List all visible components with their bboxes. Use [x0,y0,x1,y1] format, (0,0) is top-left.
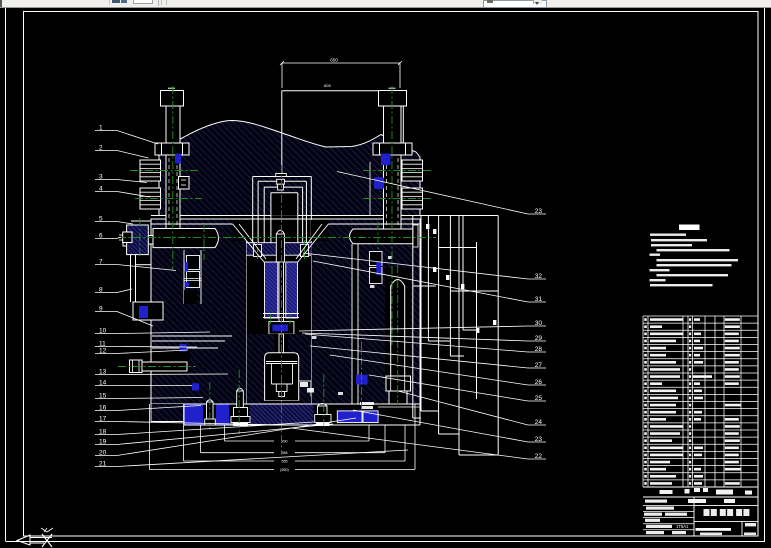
svg-text:650: 650 [330,58,338,63]
svg-text:358: 358 [282,451,288,455]
svg-text:290: 290 [282,440,288,444]
svg-text:555: 555 [282,460,288,464]
svg-text:605: 605 [324,83,331,88]
svg-text:(650): (650) [280,468,288,472]
svg-text:1T5A1: 1T5A1 [676,524,689,529]
